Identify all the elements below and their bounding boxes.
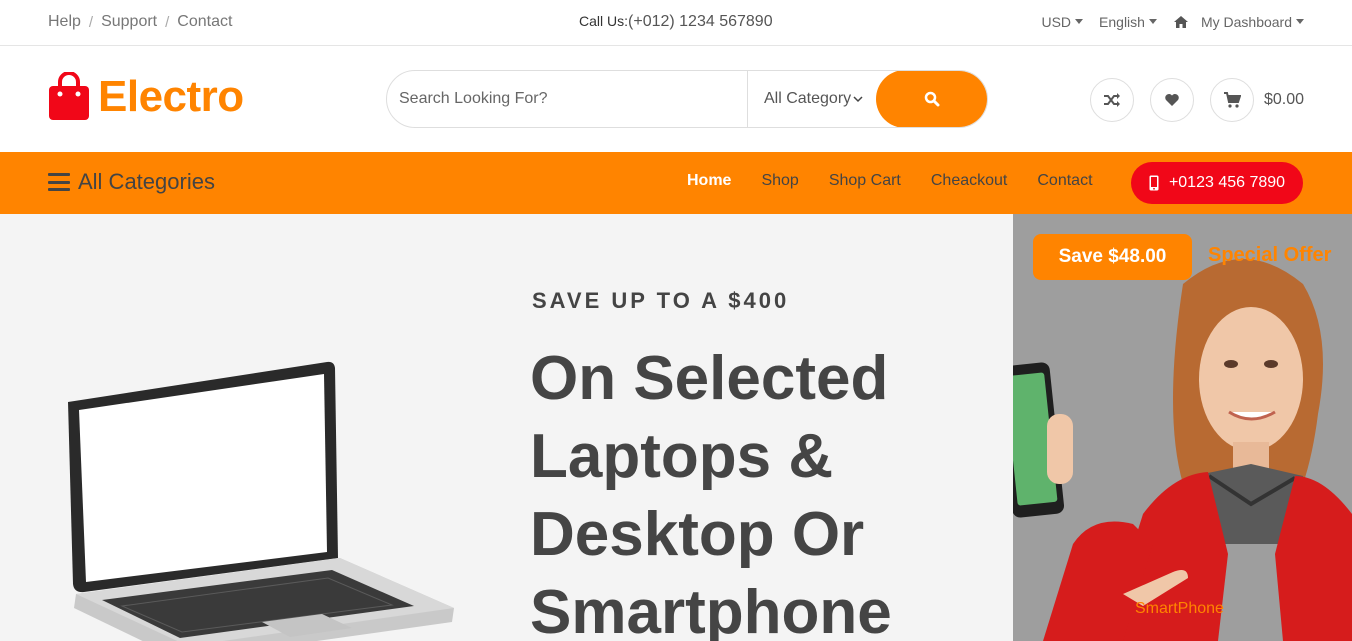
mobile-phone-icon — [1149, 175, 1159, 191]
call-label: Call Us: — [579, 13, 629, 29]
search-icon — [924, 91, 940, 107]
link-separator: / — [165, 13, 170, 31]
laptop-image — [68, 361, 454, 641]
hero-headline: On Selected Laptops & Desktop Or Smartph… — [530, 344, 892, 641]
call-number: (+012) 1234 567890 — [628, 13, 773, 30]
hamburger-icon — [48, 173, 70, 191]
currency-dropdown[interactable]: USD — [1041, 14, 1083, 30]
nav-menu: Home Shop Shop Cart Cheackout Contact — [672, 172, 1108, 190]
top-links: Help / Support / Contact — [48, 13, 232, 31]
hero-banner: SAVE UP TO A $400 On Selected Laptops & … — [0, 214, 1013, 641]
chevron-down-icon — [853, 96, 863, 103]
language-dropdown[interactable]: English — [1099, 14, 1157, 30]
help-link[interactable]: Help — [48, 13, 81, 31]
phone-button[interactable]: +0123 456 7890 — [1131, 162, 1303, 204]
search-bar: All Category — [386, 70, 988, 128]
link-separator: / — [88, 13, 94, 31]
hero-kicker: SAVE UP TO A $400 — [532, 288, 790, 313]
top-right-controls: USD English My Dashboard — [1041, 14, 1304, 30]
search-button[interactable] — [876, 71, 987, 127]
heart-icon — [1165, 94, 1179, 106]
wishlist-button[interactable] — [1150, 78, 1194, 122]
all-categories-button[interactable]: All Categories — [48, 169, 215, 195]
category-select-value: All Category — [764, 90, 852, 107]
top-bar: Help / Support / Contact Call Us:(+012) … — [0, 0, 1352, 46]
search-input[interactable] — [387, 71, 747, 127]
nav-checkout[interactable]: Cheackout — [916, 172, 1023, 190]
special-offer-label: Special Offer — [1208, 244, 1332, 266]
nav-shop[interactable]: Shop — [746, 172, 813, 190]
contact-link[interactable]: Contact — [177, 13, 232, 31]
special-offer-panel[interactable]: Save $48.00 Special Offer SmartPhone — [1013, 214, 1352, 641]
nav-shop-cart[interactable]: Shop Cart — [814, 172, 916, 190]
dashboard-label: My Dashboard — [1201, 14, 1304, 30]
logo-text: Electro — [98, 72, 244, 121]
dashboard-menu[interactable]: My Dashboard — [1173, 14, 1304, 30]
logo[interactable]: Electro — [48, 72, 244, 122]
header-icons: $0.00 — [1090, 78, 1304, 122]
compare-button[interactable] — [1090, 78, 1134, 122]
site-header: Electro All Category $0.00 — [0, 46, 1352, 152]
offer-category[interactable]: SmartPhone — [1135, 600, 1224, 618]
nav-home[interactable]: Home — [672, 172, 746, 190]
home-icon — [1173, 16, 1188, 28]
cart-icon — [1224, 92, 1241, 108]
save-badge: Save $48.00 — [1033, 234, 1192, 280]
category-select[interactable]: All Category — [747, 71, 877, 127]
shopping-bag-icon — [49, 72, 89, 120]
shuffle-icon — [1104, 93, 1120, 107]
all-categories-label: All Categories — [78, 169, 215, 194]
nav-contact[interactable]: Contact — [1022, 172, 1107, 190]
support-link[interactable]: Support — [101, 13, 157, 31]
main-nav: All Categories Home Shop Shop Cart Cheac… — [0, 152, 1352, 214]
cart-button[interactable] — [1210, 78, 1254, 122]
cart-total[interactable]: $0.00 — [1264, 91, 1304, 109]
phone-number: +0123 456 7890 — [1168, 174, 1286, 191]
call-us: Call Us:(+012) 1234 567890 — [579, 13, 773, 31]
